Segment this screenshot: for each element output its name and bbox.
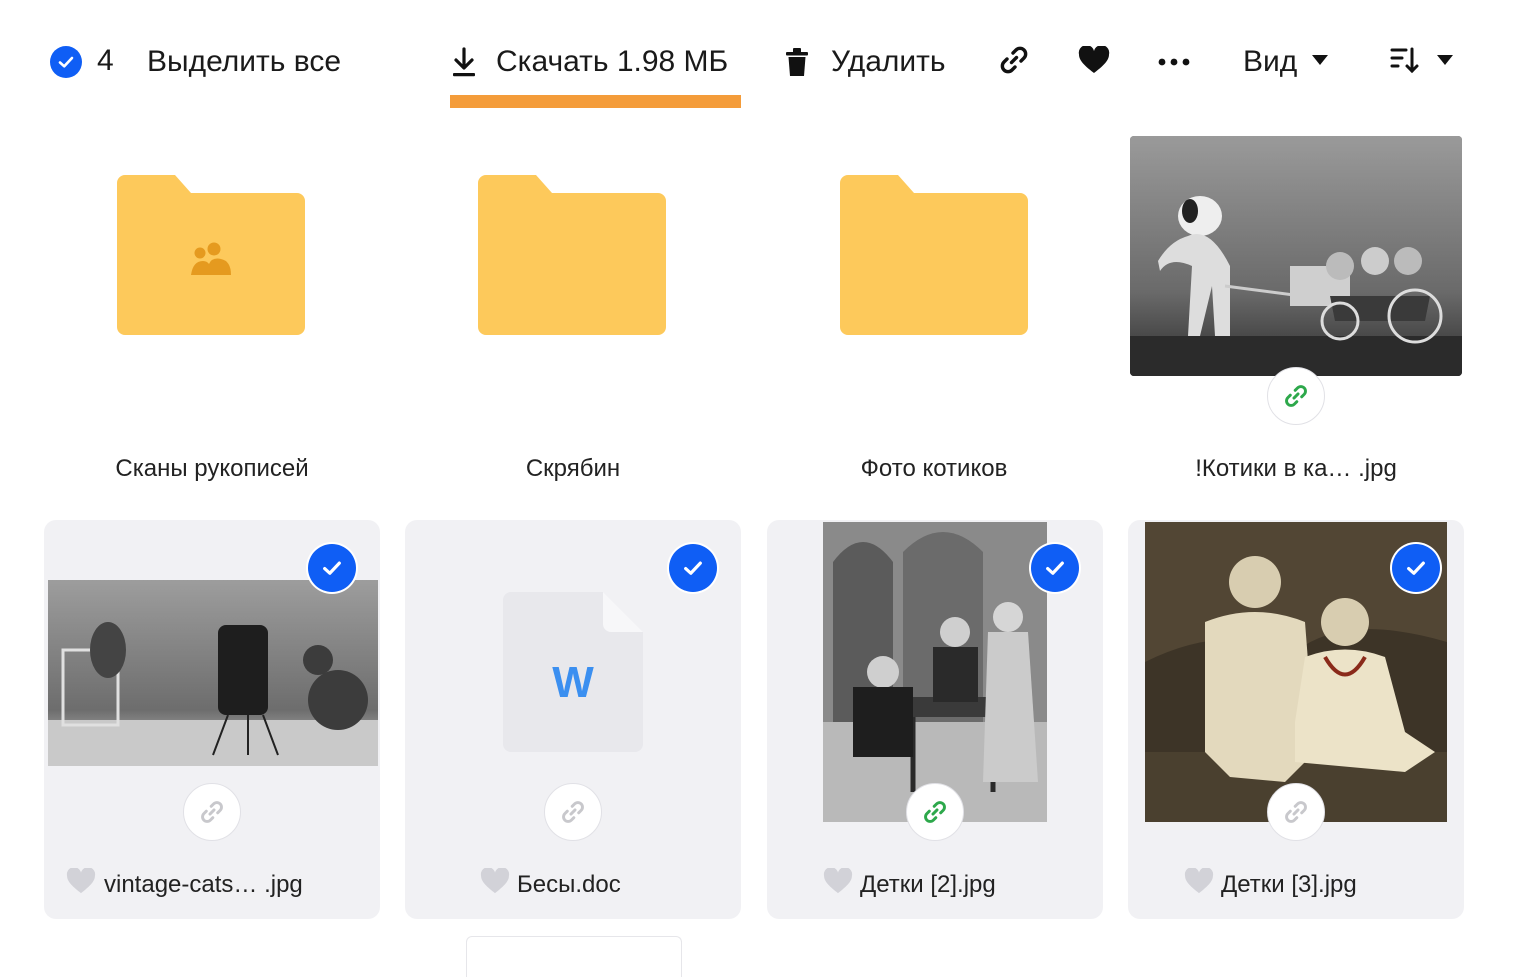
folder-icon[interactable] [117, 175, 307, 342]
public-link-badge[interactable] [544, 783, 602, 841]
doc-type-letter: W [552, 658, 594, 707]
folder-icon[interactable] [840, 175, 1030, 342]
file-name: vintage-cats… .jpg [104, 871, 303, 898]
selection-check-icon[interactable] [50, 46, 82, 78]
next-item-peek [466, 936, 682, 977]
image-thumbnail [823, 522, 1047, 822]
view-label: Вид [1243, 45, 1298, 78]
file-name: Бесы.doc [517, 871, 621, 898]
download-button[interactable]: Скачать 1.98 МБ [450, 42, 728, 82]
sort-button[interactable] [1390, 42, 1454, 82]
link-icon [924, 801, 946, 823]
image-thumbnail [48, 580, 378, 766]
chevron-down-icon [1311, 53, 1329, 71]
public-link-badge[interactable] [1267, 783, 1325, 841]
selected-check-icon[interactable] [308, 544, 356, 592]
link-icon [1285, 385, 1307, 407]
file-card[interactable]: Детки [3].jpg [1128, 520, 1464, 919]
view-button[interactable]: Вид [1243, 42, 1329, 82]
file-name[interactable]: !Котики в ка… .jpg [1130, 455, 1462, 483]
heart-outline-icon[interactable] [823, 868, 853, 894]
doc-file-icon: W [503, 592, 643, 752]
folder-name[interactable]: Фото котиков [829, 455, 1039, 483]
public-link-badge[interactable] [1267, 367, 1325, 425]
heart-icon [1078, 44, 1110, 79]
share-link-button[interactable] [993, 42, 1035, 82]
favorite-button[interactable] [1073, 42, 1115, 82]
link-icon [562, 801, 584, 823]
link-icon [201, 801, 223, 823]
link-icon [998, 44, 1030, 81]
select-all-label: Выделить все [147, 45, 342, 78]
selected-check-icon[interactable] [1031, 544, 1079, 592]
image-thumbnail[interactable] [1130, 136, 1462, 376]
delete-label: Удалить [831, 45, 946, 78]
chevron-down-icon [1436, 53, 1454, 71]
selected-count: 4 [97, 44, 114, 77]
download-highlight [450, 95, 741, 108]
link-icon [1285, 801, 1307, 823]
trash-icon [783, 46, 811, 78]
heart-outline-icon[interactable] [66, 868, 96, 894]
select-all-button[interactable]: Выделить все [147, 42, 341, 82]
more-button[interactable] [1153, 42, 1195, 82]
file-card[interactable]: vintage-cats… .jpg [44, 520, 380, 919]
folder-name[interactable]: Скрябин [468, 455, 678, 483]
public-link-badge[interactable] [906, 783, 964, 841]
selected-check-icon[interactable] [1392, 544, 1440, 592]
toolbar: 4 Выделить все Скачать 1.98 МБ Удалить В… [0, 0, 1516, 120]
delete-button[interactable]: Удалить [783, 42, 946, 82]
file-name: Детки [3].jpg [1221, 871, 1357, 898]
file-card[interactable]: Детки [2].jpg [767, 520, 1103, 919]
download-icon [450, 46, 478, 78]
download-label: Скачать 1.98 МБ [496, 45, 729, 78]
folder-icon[interactable] [478, 175, 668, 342]
heart-outline-icon[interactable] [1184, 868, 1214, 894]
sort-icon [1390, 46, 1422, 79]
more-dots-icon [1158, 53, 1190, 71]
file-name: Детки [2].jpg [860, 871, 996, 898]
folder-name[interactable]: Сканы рукописей [107, 455, 317, 483]
selected-check-icon[interactable] [669, 544, 717, 592]
public-link-badge[interactable] [183, 783, 241, 841]
heart-outline-icon[interactable] [480, 868, 510, 894]
file-card[interactable]: W Бесы.doc [405, 520, 741, 919]
